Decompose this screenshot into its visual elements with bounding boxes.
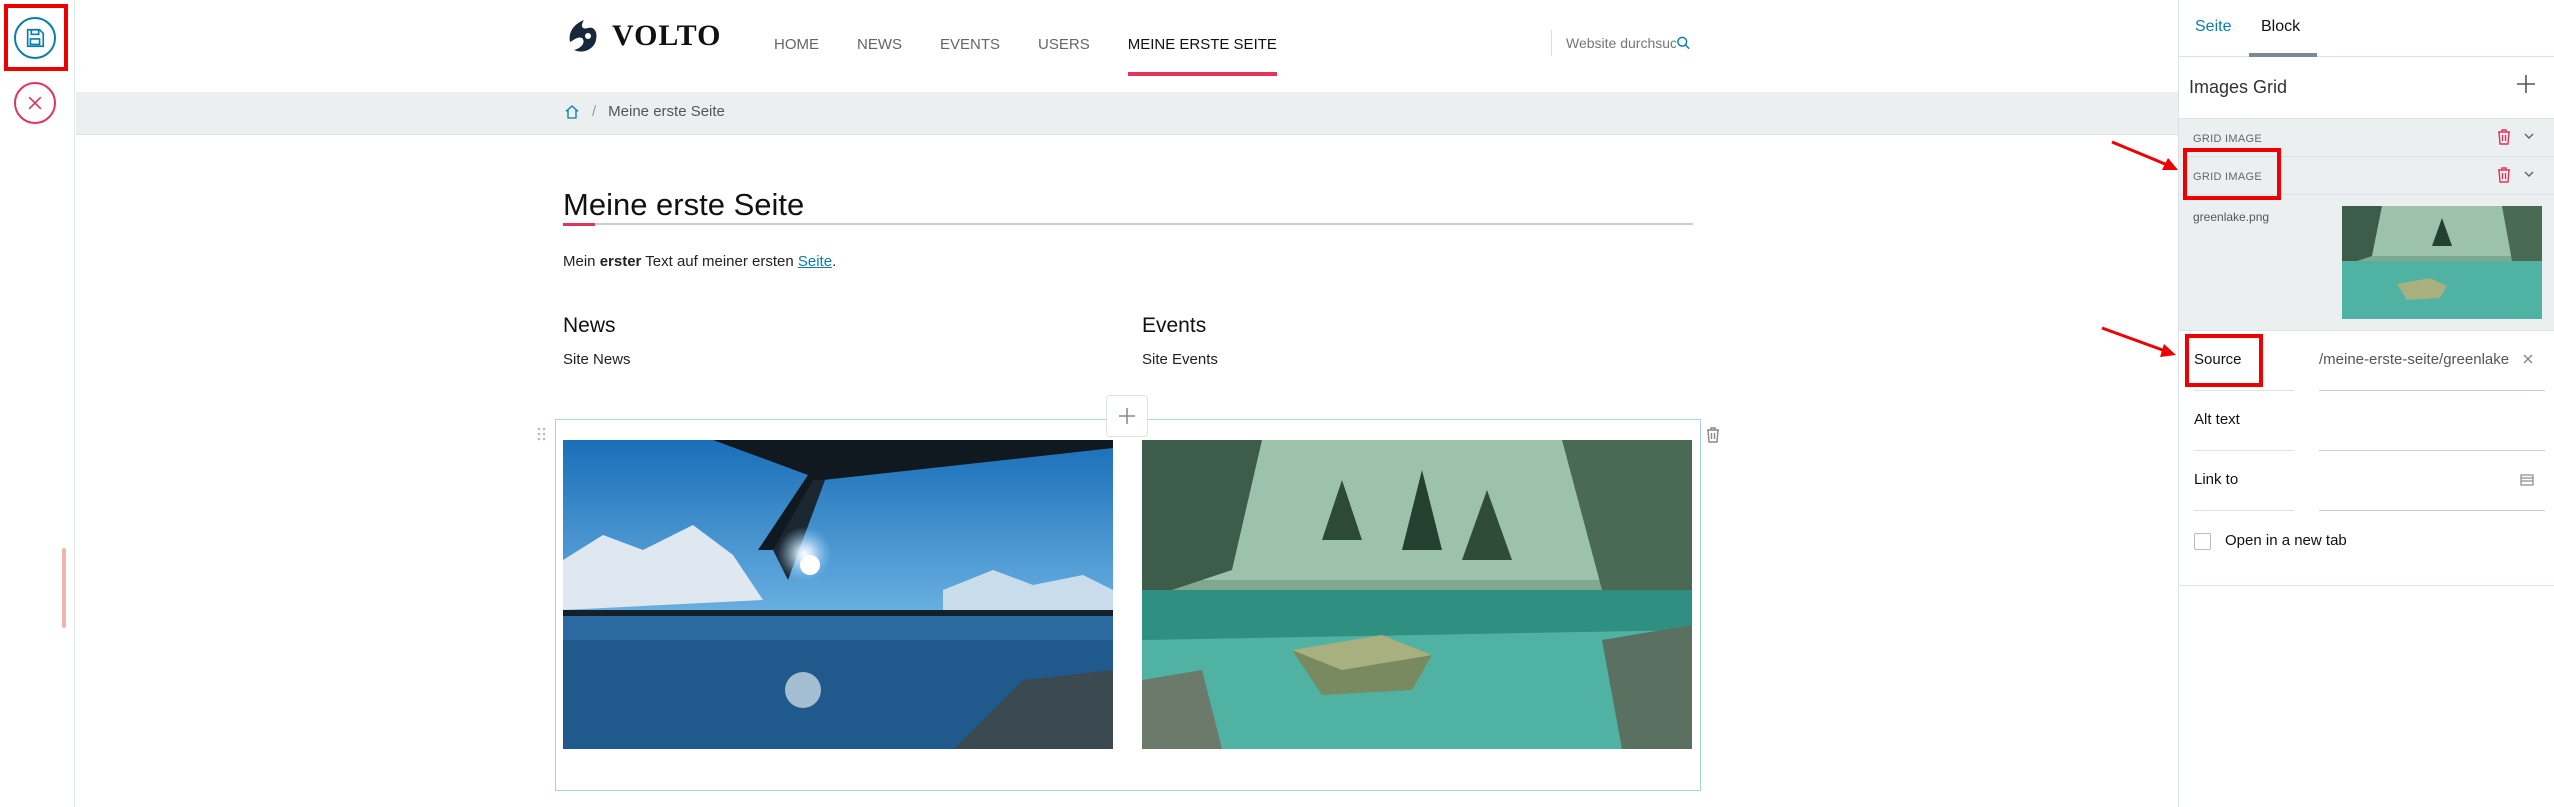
breadcrumb-current: Meine erste Seite xyxy=(608,103,725,120)
block-sidebar: Seite Block Images Grid GRID IMAGE GRID … xyxy=(2178,0,2554,807)
sidebar-tabs: Seite Block xyxy=(2179,0,2554,57)
search-input[interactable] xyxy=(1566,35,1676,51)
chevron-down-icon[interactable] xyxy=(2523,169,2535,179)
intro-text: Text auf meiner ersten xyxy=(641,253,798,270)
annotation-arrow-grid-item xyxy=(2111,140,2178,170)
grid-image-bridge[interactable] xyxy=(563,440,1113,749)
site-header: VOLTO HOME NEWS EVENTS USERS MEINE ERSTE… xyxy=(76,0,2178,92)
preview-thumbnail xyxy=(2342,206,2542,319)
browse-icon[interactable] xyxy=(2520,473,2534,487)
grid-item-label: GRID IMAGE xyxy=(2193,133,2263,145)
tab-seite[interactable]: Seite xyxy=(2195,18,2231,36)
news-subtitle: Site News xyxy=(563,351,631,368)
volto-mask-icon xyxy=(569,20,597,52)
intro-link[interactable]: Seite xyxy=(798,253,832,270)
preview-filename: greenlake.png xyxy=(2193,210,2270,224)
open-new-tab-field: Open in a new tab xyxy=(2179,511,2554,586)
breadcrumb: / Meine erste Seite xyxy=(564,103,725,120)
source-input[interactable] xyxy=(2319,351,2509,368)
alt-text-input[interactable] xyxy=(2319,411,2509,428)
breadcrumb-separator: / xyxy=(592,103,597,120)
intro-paragraph[interactable]: Mein erster Text auf meiner ersten Seite… xyxy=(563,253,836,270)
logo[interactable]: VOLTO xyxy=(564,14,721,58)
nav-item-home[interactable]: HOME xyxy=(774,0,819,76)
close-icon xyxy=(28,96,42,110)
news-heading: News xyxy=(563,314,616,337)
intro-text: . xyxy=(832,253,837,270)
page-title[interactable]: Meine erste Seite xyxy=(563,187,804,223)
drag-handle-icon[interactable] xyxy=(537,427,547,441)
logo-text: VOLTO xyxy=(612,19,722,52)
nav-item-events[interactable]: EVENTS xyxy=(940,0,1000,76)
nav-item-meine-erste-seite[interactable]: MEINE ERSTE SEITE xyxy=(1127,0,1278,76)
open-new-tab-checkbox[interactable] xyxy=(2194,533,2211,550)
grid-item-2-highlight xyxy=(2183,148,2281,200)
tab-block[interactable]: Block xyxy=(2261,18,2300,36)
events-subtitle: Site Events xyxy=(1142,351,1218,368)
nav-item-news[interactable]: NEWS xyxy=(857,0,902,76)
home-icon[interactable] xyxy=(564,104,580,120)
trash-icon[interactable] xyxy=(1706,427,1720,443)
sidebar-block-title: Images Grid xyxy=(2189,77,2288,97)
add-block-button[interactable] xyxy=(1106,395,1148,437)
search-icon[interactable] xyxy=(1676,35,1691,51)
events-heading: Events xyxy=(1142,314,1207,337)
link-to-input[interactable] xyxy=(2319,471,2509,488)
save-button-highlight xyxy=(4,4,68,71)
source-label-highlight xyxy=(2185,334,2263,387)
title-divider-accent xyxy=(563,223,595,226)
link-to-label: Link to xyxy=(2194,471,2239,488)
clear-icon[interactable] xyxy=(2522,353,2534,365)
title-divider xyxy=(563,223,1693,225)
trash-icon[interactable] xyxy=(2497,167,2511,183)
cancel-button[interactable] xyxy=(14,82,56,124)
trash-icon[interactable] xyxy=(2497,129,2511,145)
sidebar-block-header: Images Grid xyxy=(2179,57,2554,119)
breadcrumb-bar: / Meine erste Seite xyxy=(76,92,2178,135)
alt-text-label: Alt text xyxy=(2194,411,2240,428)
nav-item-users[interactable]: USERS xyxy=(1038,0,1090,76)
alt-text-field: Alt text xyxy=(2179,391,2554,451)
toolbar-resize-handle[interactable] xyxy=(62,548,66,628)
intro-text: Mein xyxy=(563,253,600,270)
open-new-tab-label: Open in a new tab xyxy=(2225,532,2347,549)
grid-image-greenlake[interactable] xyxy=(1142,440,1692,749)
grid-item-preview: greenlake.png xyxy=(2179,195,2554,331)
edit-toolbar xyxy=(0,0,75,807)
main-nav: HOME NEWS EVENTS USERS MEINE ERSTE SEITE xyxy=(774,0,1315,76)
chevron-down-icon[interactable] xyxy=(2523,131,2535,141)
plus-icon xyxy=(1119,408,1135,424)
search-box xyxy=(1551,30,1691,56)
annotation-arrow-source xyxy=(2101,326,2176,357)
link-to-field: Link to xyxy=(2179,451,2554,511)
intro-bold: erster xyxy=(599,253,642,270)
add-grid-item-icon[interactable] xyxy=(2515,73,2537,95)
